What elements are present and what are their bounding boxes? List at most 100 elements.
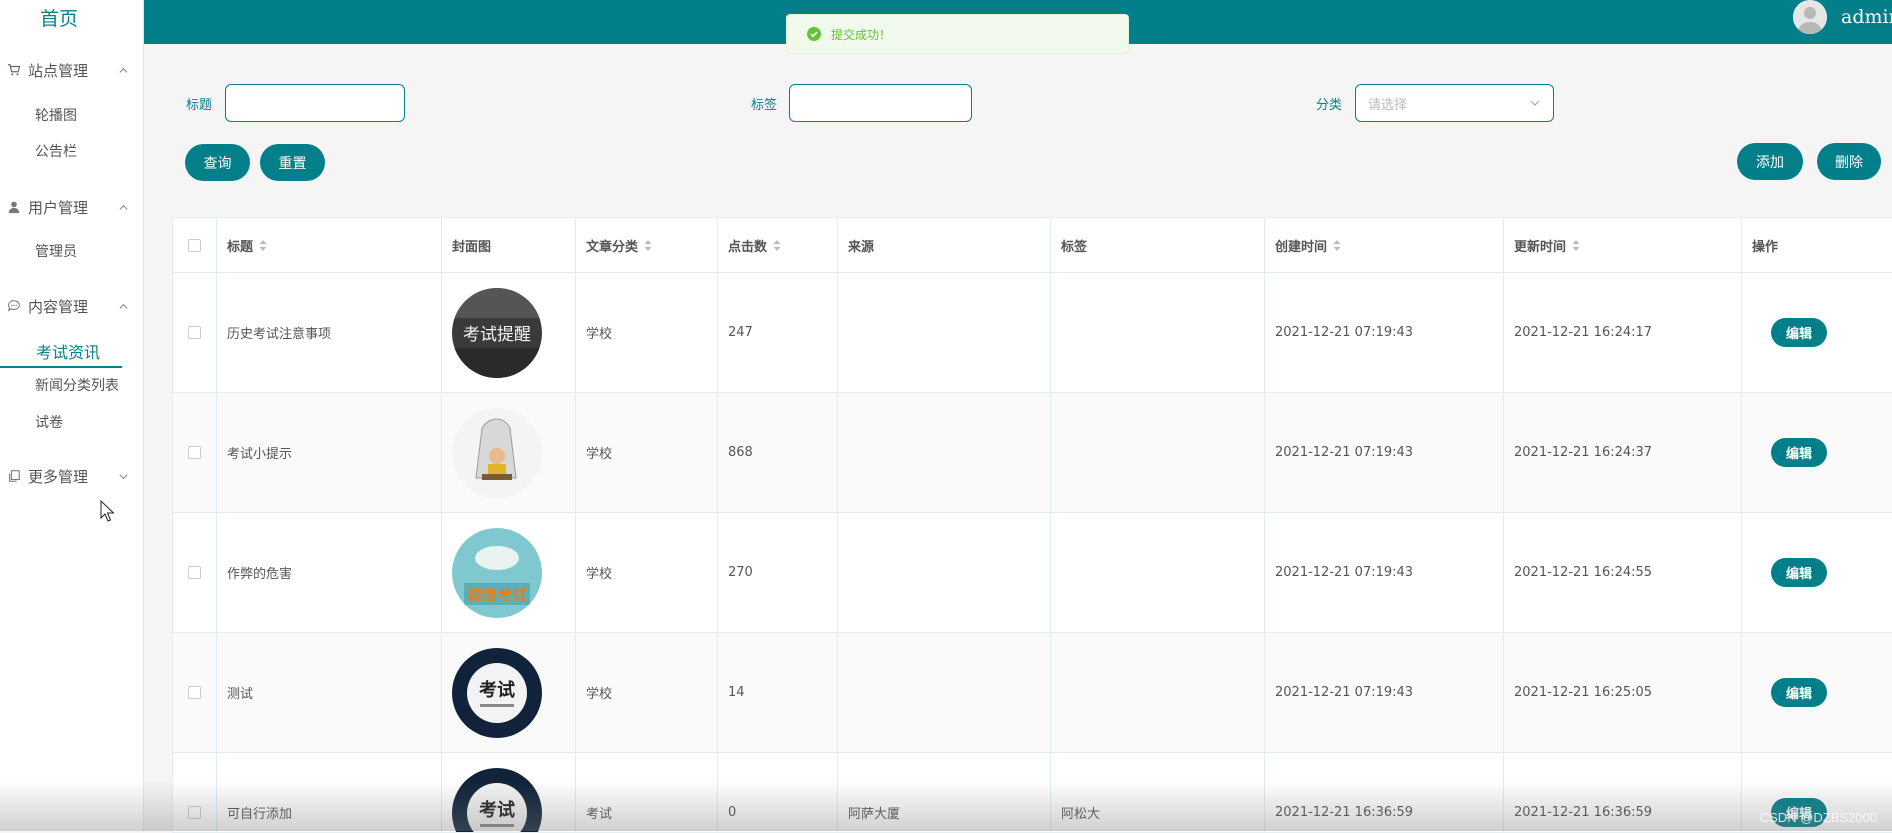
sort-icon[interactable]	[259, 240, 267, 251]
chevron-up-icon	[118, 300, 130, 312]
cell-clicks: 14	[718, 633, 838, 752]
cell-source: 阿萨大厦	[838, 753, 1051, 833]
sidebar-group-label: 站点管理	[28, 60, 118, 81]
sort-icon[interactable]	[773, 240, 781, 251]
cell-updated: 2021-12-21 16:24:55	[1504, 513, 1742, 632]
row-checkbox[interactable]	[188, 806, 201, 819]
sidebar-group-label: 内容管理	[28, 296, 118, 317]
cell-tag	[1051, 513, 1265, 632]
toast-message: 提交成功！	[831, 26, 891, 43]
cover-text: 考试	[479, 799, 515, 821]
edit-button[interactable]: 编辑	[1771, 558, 1827, 587]
edit-button[interactable]: 编辑	[1771, 678, 1827, 707]
cell-created: 2021-12-21 07:19:43	[1265, 513, 1504, 632]
sidebar-item-admin[interactable]: 管理员	[35, 241, 77, 261]
column-header-category[interactable]: 文章分类	[576, 218, 718, 272]
cover-text: 考试	[479, 679, 515, 701]
cell-category: 考试	[576, 753, 718, 833]
cell-tag: 阿松大	[1051, 753, 1265, 833]
cell-clicks: 0	[718, 753, 838, 833]
chevron-up-icon	[118, 201, 130, 213]
user-icon	[6, 199, 22, 215]
cell-tag	[1051, 633, 1265, 752]
cell-created: 2021-12-21 07:19:43	[1265, 633, 1504, 752]
cell-category: 学校	[576, 633, 718, 752]
edit-button[interactable]: 编辑	[1771, 318, 1827, 347]
row-checkbox[interactable]	[188, 566, 201, 579]
edit-button[interactable]: 编辑	[1771, 438, 1827, 467]
chevron-down-icon	[118, 470, 130, 482]
watermark: CSDN @DZBS2000	[1760, 810, 1877, 825]
column-header-updated[interactable]: 更新时间	[1504, 218, 1742, 272]
query-button[interactable]: 查询	[185, 144, 250, 181]
cell-category: 学校	[576, 273, 718, 392]
title-filter-label: 标题	[186, 94, 212, 113]
chat-icon	[6, 298, 22, 314]
sidebar-item-notice[interactable]: 公告栏	[35, 141, 77, 161]
sidebar: 首页 站点管理 轮播图 公告栏 用户管理 管理员 内容管理 考试资讯 新闻分类列…	[0, 0, 144, 831]
delete-button[interactable]: 删除	[1817, 143, 1881, 180]
cell-created: 2021-12-21 07:19:43	[1265, 393, 1504, 512]
cell-title: 作弊的危害	[217, 513, 442, 632]
cell-updated: 2021-12-21 16:24:37	[1504, 393, 1742, 512]
cell-updated: 2021-12-21 16:24:17	[1504, 273, 1742, 392]
sidebar-group-more[interactable]: 更多管理	[6, 464, 130, 488]
check-circle-icon	[807, 27, 821, 41]
cell-title: 考试小提示	[217, 393, 442, 512]
cell-title: 测试	[217, 633, 442, 752]
title-filter-input[interactable]	[225, 84, 405, 122]
sidebar-item-exam-paper[interactable]: 试卷	[35, 412, 63, 432]
add-button[interactable]: 添加	[1737, 143, 1803, 180]
column-header-clicks[interactable]: 点击数	[718, 218, 838, 272]
category-select[interactable]: 请选择	[1355, 84, 1554, 122]
sidebar-group-content[interactable]: 内容管理	[6, 294, 130, 318]
table-row: 测试 考试 学校 14 2021-12-21 07:19:43 2021-12-…	[173, 633, 1892, 753]
row-checkbox[interactable]	[188, 326, 201, 339]
username[interactable]: admin	[1841, 6, 1892, 28]
column-header-tag: 标签	[1051, 218, 1265, 272]
sidebar-group-user[interactable]: 用户管理	[6, 195, 130, 219]
category-filter-label: 分类	[1316, 94, 1342, 113]
row-checkbox[interactable]	[188, 686, 201, 699]
column-header-title[interactable]: 标题	[217, 218, 442, 272]
cell-created: 2021-12-21 07:19:43	[1265, 273, 1504, 392]
tag-filter-label: 标签	[751, 94, 777, 113]
cell-updated: 2021-12-21 16:36:59	[1504, 753, 1742, 833]
cell-clicks: 270	[718, 513, 838, 632]
cell-title: 历史考试注意事项	[217, 273, 442, 392]
table-header-row: 标题 封面图 文章分类 点击数 来源 标签 创建时间 更新时间 操作	[173, 218, 1892, 273]
category-select-placeholder: 请选择	[1368, 94, 1529, 113]
avatar[interactable]	[1793, 0, 1827, 34]
column-header-source: 来源	[838, 218, 1051, 272]
cell-title: 可自行添加	[217, 753, 442, 833]
article-table: 标题 封面图 文章分类 点击数 来源 标签 创建时间 更新时间 操作 历史考试注…	[172, 217, 1892, 833]
copy-icon	[6, 468, 22, 484]
sidebar-item-news-category[interactable]: 新闻分类列表	[35, 375, 119, 395]
cell-clicks: 247	[718, 273, 838, 392]
sort-icon[interactable]	[1333, 240, 1341, 251]
cell-tag	[1051, 393, 1265, 512]
sort-icon[interactable]	[644, 240, 652, 251]
mouse-cursor-icon	[100, 500, 114, 522]
reset-button[interactable]: 重置	[260, 144, 325, 181]
sidebar-group-site[interactable]: 站点管理	[6, 58, 130, 82]
column-header-created[interactable]: 创建时间	[1265, 218, 1504, 272]
select-all-checkbox[interactable]	[188, 239, 201, 252]
table-row: 可自行添加 考试 考试 0 阿萨大厦 阿松大 2021-12-21 16:36:…	[173, 753, 1892, 833]
sidebar-home-link[interactable]: 首页	[0, 4, 118, 31]
cell-source	[838, 513, 1051, 632]
tag-filter-input[interactable]	[789, 84, 972, 122]
sidebar-item-exam-news[interactable]: 考试资讯	[0, 339, 122, 368]
table-row: 考试小提示 学校 868 2021-12-21 07:19:43 2021-12…	[173, 393, 1892, 513]
sort-icon[interactable]	[1572, 240, 1580, 251]
success-toast: 提交成功！	[786, 14, 1129, 54]
row-checkbox[interactable]	[188, 446, 201, 459]
cell-created: 2021-12-21 16:36:59	[1265, 753, 1504, 833]
chevron-down-icon	[1529, 97, 1541, 109]
cover-image: 考试	[452, 768, 542, 833]
table-row: 历史考试注意事项 考试提醒 学校 247 2021-12-21 07:19:43…	[173, 273, 1892, 393]
cell-clicks: 868	[718, 393, 838, 512]
cover-text: 诚信考试	[467, 586, 527, 604]
table-row: 作弊的危害 诚信考试 学校 270 2021-12-21 07:19:43 20…	[173, 513, 1892, 633]
sidebar-item-carousel[interactable]: 轮播图	[35, 105, 77, 125]
